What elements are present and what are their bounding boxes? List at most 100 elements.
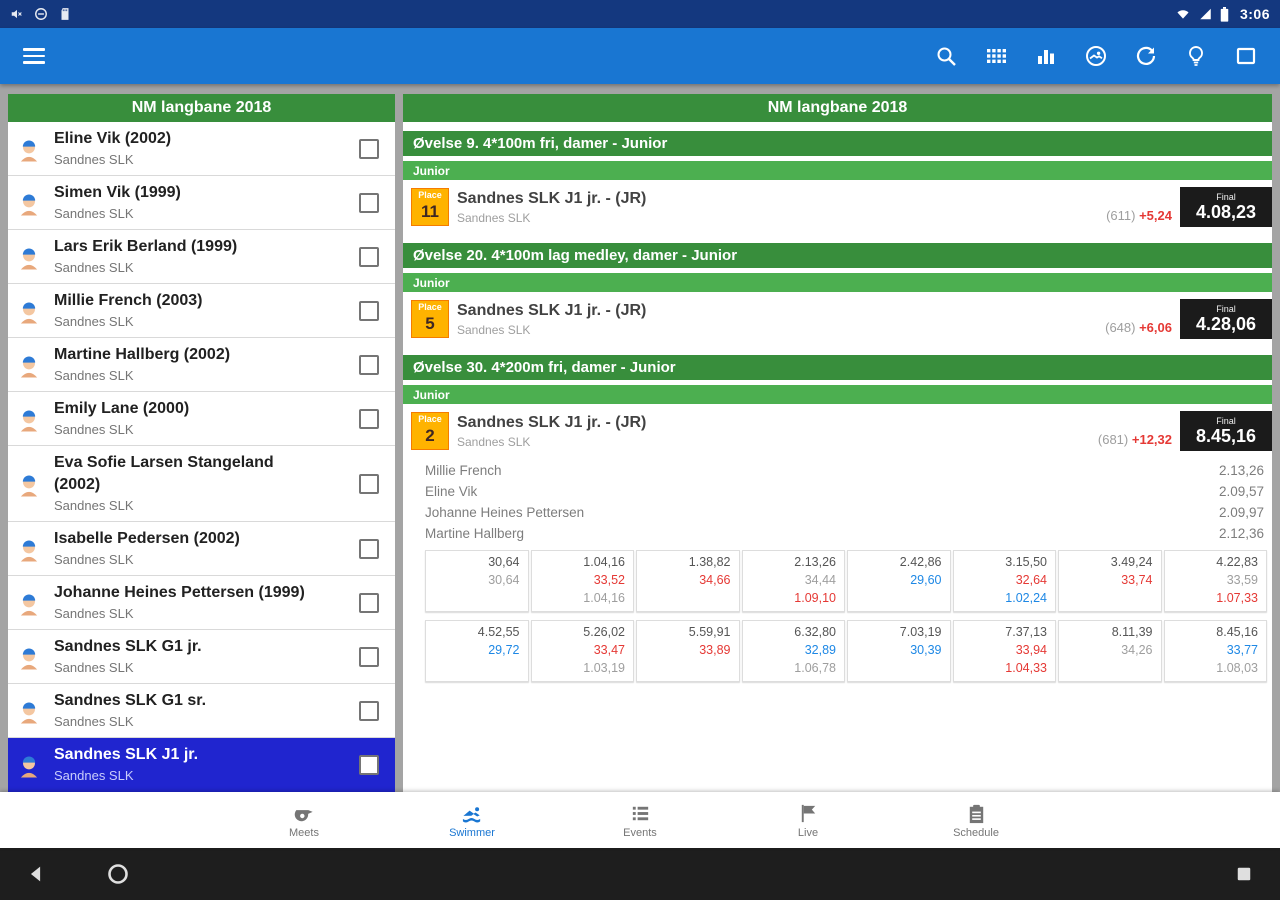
- swimmer-text: Millie French (2003) Sandnes SLK: [54, 290, 322, 331]
- relay-leg-name: Millie French: [425, 463, 502, 478]
- result-right: (648) +6,06 Final 4.28,06: [1105, 299, 1272, 339]
- swimmer-avatar-icon: [16, 536, 46, 562]
- swimmer-text: Eva Sofie Larsen Stangeland (2002) Sandn…: [54, 452, 322, 515]
- split-value: 32,64: [1015, 573, 1047, 587]
- split-cell: 7.37,13 33,94 1.04,33: [952, 620, 1056, 682]
- swimmer-checkbox[interactable]: [359, 754, 379, 775]
- swimmer-checkbox[interactable]: [359, 138, 379, 159]
- place-number: 2: [425, 426, 435, 445]
- swimmer-checkbox[interactable]: [359, 538, 379, 559]
- final-time: 8.45,16: [1195, 426, 1257, 446]
- swimmer-checkbox[interactable]: [359, 354, 379, 375]
- swimmer-checkbox[interactable]: [359, 246, 379, 267]
- split-value: 1.04,16: [583, 591, 625, 605]
- relay-leg-row: Millie French 2.13,26: [425, 460, 1264, 481]
- swimmer-list-item[interactable]: Emily Lane (2000) Sandnes SLK: [8, 392, 395, 446]
- swimmer-club: Sandnes SLK: [54, 260, 134, 275]
- nav-label: Meets: [289, 826, 319, 839]
- points-value: (681): [1097, 432, 1129, 447]
- swimmer-list-item[interactable]: Martine Hallberg (2002) Sandnes SLK: [8, 338, 395, 392]
- result-row[interactable]: Place 5 Sandnes SLK J1 jr. - (JR) Sandne…: [403, 292, 1272, 346]
- flag-icon: [797, 802, 820, 825]
- event-header[interactable]: Øvelse 9. 4*100m fri, damer - Junior: [403, 131, 1272, 156]
- split-value: 7.37,13: [1005, 625, 1047, 639]
- swimmer-list[interactable]: Eline Vik (2002) Sandnes SLK Simen Vik (…: [8, 122, 395, 792]
- swimmer-list-item[interactable]: Johanne Heines Pettersen (1999) Sandnes …: [8, 576, 395, 630]
- swimmer-checkbox[interactable]: [359, 646, 379, 667]
- result-right: (681) +12,32 Final 8.45,16: [1098, 411, 1272, 451]
- result-row[interactable]: Place 2 Sandnes SLK J1 jr. - (JR) Sandne…: [403, 404, 1272, 458]
- place-badge: Place 11: [411, 188, 449, 226]
- place-badge: Place 5: [411, 300, 449, 338]
- recents-icon[interactable]: [1224, 854, 1264, 894]
- swimmer-checkbox[interactable]: [359, 300, 379, 321]
- nav-item-live[interactable]: Live: [724, 792, 892, 848]
- swimmer-text: Isabelle Pedersen (2002) Sandnes SLK: [54, 528, 322, 569]
- swimmer-text: Sandnes SLK G1 jr. Sandnes SLK: [54, 636, 322, 677]
- split-cell: 6.32,80 32,89 1.06,78: [741, 620, 845, 682]
- relay-leg-time: 2.12,36: [1218, 526, 1264, 541]
- swimmer-club: Sandnes SLK: [54, 206, 134, 221]
- swimmer-avatar-icon: [16, 352, 46, 378]
- swimmer-text: Martine Hallberg (2002) Sandnes SLK: [54, 344, 322, 385]
- swimmer-text: Lars Erik Berland (1999) Sandnes SLK: [54, 236, 322, 277]
- nav-item-swimmer[interactable]: Swimmer: [388, 792, 556, 848]
- final-time: 4.08,23: [1195, 202, 1257, 222]
- event-header[interactable]: Øvelse 30. 4*200m fri, damer - Junior: [403, 355, 1272, 380]
- search-icon[interactable]: [926, 36, 966, 76]
- split-value: 33,47: [593, 643, 625, 657]
- grid-icon[interactable]: [976, 36, 1016, 76]
- swimmer-name: Isabelle Pedersen (2002): [54, 530, 240, 547]
- split-value: 34,44: [804, 573, 836, 587]
- swimmer-list-item[interactable]: Sandnes SLK G1 jr. Sandnes SLK: [8, 630, 395, 684]
- home-icon[interactable]: [98, 854, 138, 894]
- result-text: Sandnes SLK J1 jr. - (JR) Sandnes SLK: [457, 412, 1098, 450]
- split-value: 2.13,26: [794, 555, 836, 569]
- relay-leg-row: Eline Vik 2.09,57: [425, 481, 1264, 502]
- points-value: (648): [1105, 320, 1136, 335]
- swimmer-checkbox[interactable]: [359, 408, 379, 429]
- split-value: 1.03,19: [583, 661, 625, 675]
- team-name: Sandnes SLK J1 jr. - (JR): [457, 302, 647, 319]
- split-value: 30,64: [488, 555, 520, 569]
- list-icon: [629, 802, 652, 825]
- nav-label: Events: [623, 826, 657, 839]
- refresh-icon[interactable]: [1126, 36, 1166, 76]
- nav-item-events[interactable]: Events: [556, 792, 724, 848]
- swimmer-list-item[interactable]: Sandnes SLK G1 sr. Sandnes SLK: [8, 684, 395, 738]
- event-results-list[interactable]: Øvelse 9. 4*100m fri, damer - Junior Jun…: [403, 122, 1272, 792]
- back-icon[interactable]: [16, 854, 56, 894]
- swimmer-avatar-icon: [16, 698, 46, 724]
- swimmer-checkbox[interactable]: [359, 700, 379, 721]
- split-cell: 30,64 30,64: [425, 550, 529, 612]
- split-value: 1.02,24: [1005, 591, 1047, 605]
- swimmer-checkbox[interactable]: [359, 192, 379, 213]
- swimmer-list-item[interactable]: Sandnes SLK J1 jr. Sandnes SLK: [8, 738, 395, 792]
- swimmer-checkbox[interactable]: [359, 473, 379, 494]
- menu-icon[interactable]: [14, 36, 54, 76]
- split-value: 34,66: [699, 573, 731, 587]
- split-cell: 8.45,16 33,77 1.08,03: [1163, 620, 1267, 682]
- result-details: Millie French 2.13,26 Eline Vik 2.09,57 Joha…: [403, 460, 1272, 682]
- swimmer-list-item[interactable]: Eva Sofie Larsen Stangeland (2002) Sandn…: [8, 446, 395, 522]
- swimmer-avatar-icon: [16, 471, 46, 497]
- split-value: 6.32,80: [794, 625, 836, 639]
- lightbulb-icon[interactable]: [1176, 36, 1216, 76]
- event-header[interactable]: Øvelse 20. 4*100m lag medley, damer - Ju…: [403, 243, 1272, 268]
- swimmer-circle-icon[interactable]: [1076, 36, 1116, 76]
- swimmer-list-item[interactable]: Simen Vik (1999) Sandnes SLK: [8, 176, 395, 230]
- swimmer-list-item[interactable]: Eline Vik (2002) Sandnes SLK: [8, 122, 395, 176]
- swimmer-avatar-icon: [16, 298, 46, 324]
- swimmer-list-item[interactable]: Millie French (2003) Sandnes SLK: [8, 284, 395, 338]
- nav-item-meets[interactable]: Meets: [220, 792, 388, 848]
- swimmer-checkbox[interactable]: [359, 592, 379, 613]
- split-table: 30,64 30,64 1.04,16 33,52 1.04,16 1.38,82 34,6…: [425, 550, 1267, 612]
- bar-chart-icon[interactable]: [1026, 36, 1066, 76]
- swimmer-list-item[interactable]: Lars Erik Berland (1999) Sandnes SLK: [8, 230, 395, 284]
- result-row[interactable]: Place 11 Sandnes SLK J1 jr. - (JR) Sandn…: [403, 180, 1272, 234]
- main-content: NM langbane 2018 Eline Vik (2002) Sandne…: [0, 84, 1280, 792]
- square-outline-icon[interactable]: [1226, 36, 1266, 76]
- swimmer-list-item[interactable]: Isabelle Pedersen (2002) Sandnes SLK: [8, 522, 395, 576]
- team-name: Sandnes SLK J1 jr. - (JR): [457, 190, 647, 207]
- nav-item-schedule[interactable]: Schedule: [892, 792, 1060, 848]
